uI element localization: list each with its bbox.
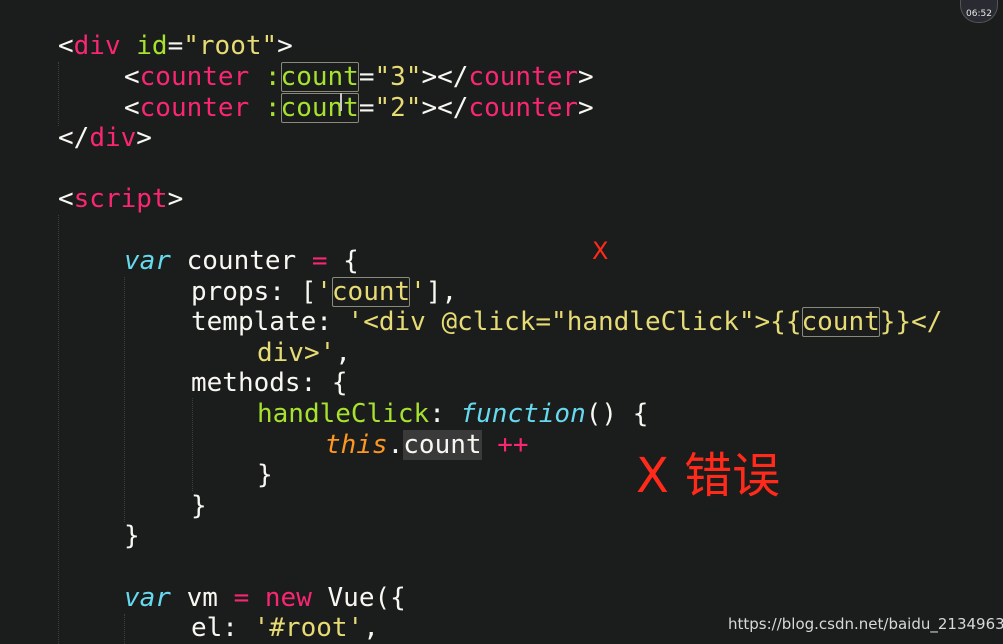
code-token: = (167, 31, 184, 61)
code-token: > (578, 93, 594, 123)
code-token: div>' (257, 338, 336, 368)
indent-guide (124, 614, 125, 644)
code-line: var vm = new Vue({ (124, 583, 406, 614)
code-token: methods: { (191, 368, 348, 398)
code-token: > (136, 123, 152, 153)
code-token: () { (585, 399, 649, 429)
code-token: div (89, 123, 137, 153)
code-token: , (335, 338, 351, 368)
indent-guide (124, 277, 125, 522)
code-line: el: '#root', (191, 613, 379, 644)
code-token: new (264, 583, 312, 613)
code-token: ' (410, 277, 426, 307)
code-token: = (233, 583, 250, 613)
code-token: ' (316, 277, 332, 307)
code-token: < (124, 93, 140, 123)
code-token: = (358, 93, 375, 123)
code-token: "3" (374, 62, 422, 92)
code-token: var (124, 246, 171, 276)
code-line: handleClick: function() { (257, 399, 648, 430)
code-token: counter (170, 246, 312, 276)
code-token: { (327, 246, 359, 276)
code-line: } (257, 460, 273, 491)
code-token: ++ (497, 430, 529, 460)
code-token: = (358, 62, 375, 92)
code-token: } (191, 491, 207, 521)
indent-guide (58, 62, 59, 126)
code-token: "2" (374, 93, 422, 123)
code-token: }}</ (879, 307, 943, 337)
code-token: '#root' (253, 613, 364, 643)
code-token: } (124, 521, 140, 551)
code-line: props: ['count'], (191, 277, 457, 308)
code-line: } (124, 521, 140, 552)
code-token: var (124, 583, 171, 613)
code-line: } (191, 491, 207, 522)
code-token: } (257, 460, 273, 490)
code-line: <counter :count="3"></counter> (124, 62, 594, 93)
code-line: <div id="root"> (58, 31, 293, 62)
code-token: div (73, 31, 121, 61)
code-token: . (387, 430, 404, 460)
code-token: function (460, 399, 586, 429)
code-token: > (578, 62, 594, 92)
code-token: this (325, 430, 388, 460)
code-token: : (264, 62, 281, 92)
code-token: = (311, 246, 328, 276)
code-token: ></ (421, 62, 469, 92)
code-line: div>', (257, 338, 351, 369)
code-token: id (136, 31, 168, 61)
code-token: vm (170, 583, 234, 613)
error-mark-small: X (592, 237, 609, 265)
code-token: ], (425, 277, 458, 307)
code-line: methods: { (191, 368, 348, 399)
code-token: props: [ (191, 277, 317, 307)
code-line: this.count ++ (325, 430, 529, 461)
indent-guide (192, 398, 193, 491)
code-line: <counter :count="2"></counter> (124, 93, 594, 124)
code-token-highlight: count (403, 430, 482, 460)
code-token-highlight: count (280, 93, 359, 123)
code-token: counter (139, 62, 250, 92)
code-token: Vue({ (311, 583, 406, 613)
code-token-highlight: count (280, 62, 359, 92)
code-token: ></ (421, 93, 469, 123)
code-token: "root" (183, 31, 278, 61)
code-token: , (363, 613, 379, 643)
code-token: counter (139, 93, 250, 123)
code-token: > (277, 31, 293, 61)
code-line: var counter = { (124, 246, 359, 277)
code-token: script (73, 184, 168, 214)
code-token: < (58, 184, 74, 214)
code-token: counter (468, 62, 578, 92)
code-token: counter (468, 93, 578, 123)
indent-guide (58, 215, 59, 644)
code-line: <script> (58, 184, 183, 215)
code-token: el: (191, 613, 254, 643)
code-token: '<div @click="handleClick">{{ (347, 307, 802, 337)
text-cursor (340, 93, 342, 111)
code-token: handleClick (257, 399, 430, 429)
code-token: </ (58, 123, 90, 153)
code-editor[interactable]: <div id="root"> <counter :count="3"></co… (0, 0, 1003, 644)
code-token: : (264, 93, 281, 123)
code-token: template: (191, 307, 348, 337)
watermark: https://blog.csdn.net/baidu_21349635 (728, 615, 1003, 633)
code-token: < (124, 62, 140, 92)
code-token: : (429, 399, 461, 429)
code-token: > (167, 184, 184, 214)
code-token: < (58, 31, 74, 61)
code-token-highlight: count (331, 277, 411, 307)
code-line: template: '<div @click="handleClick">{{c… (191, 307, 942, 338)
error-annotation: X 错误 (636, 448, 781, 504)
code-line: </div> (58, 123, 152, 154)
code-token-highlight: count (801, 307, 880, 337)
